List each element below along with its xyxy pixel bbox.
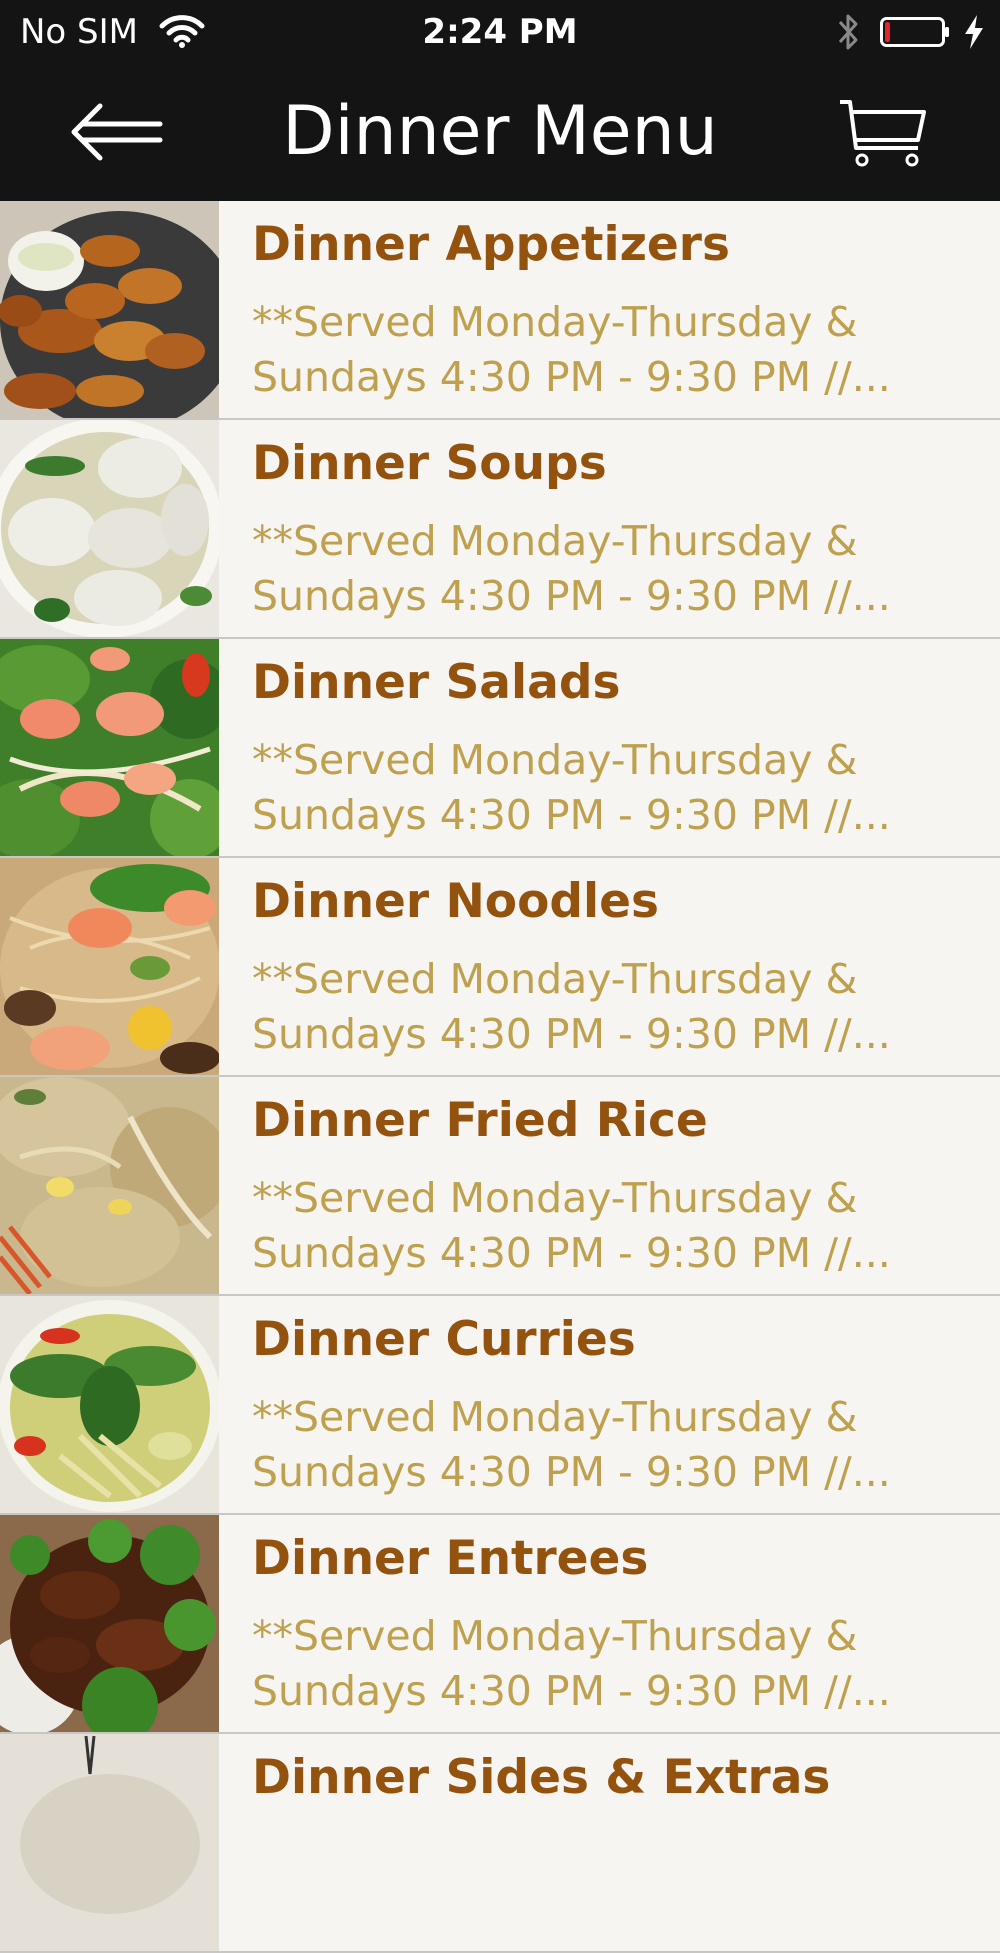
bluetooth-icon [838, 14, 858, 50]
menu-row-title: Dinner Salads [252, 655, 621, 710]
nav-bar: Dinner Menu [0, 64, 1000, 201]
menu-row-description: **Served Monday-Thursday & Sundays 4:30 … [252, 1174, 891, 1277]
menu-category-list: Dinner Appetizers **Served Monday-Thursd… [0, 201, 1000, 1953]
fried-rice-photo [0, 1077, 219, 1294]
cart-button[interactable] [836, 96, 928, 168]
menu-row-title: Dinner Appetizers [252, 217, 730, 272]
menu-row-salads[interactable]: Dinner Salads **Served Monday-Thursday &… [0, 639, 1000, 858]
menu-row-appetizers[interactable]: Dinner Appetizers **Served Monday-Thursd… [0, 201, 1000, 420]
menu-row-title: Dinner Fried Rice [252, 1093, 708, 1148]
sides-photo [0, 1734, 219, 1951]
menu-row-description: **Served Monday-Thursday & Sundays 4:30 … [252, 955, 891, 1058]
battery-icon [880, 17, 949, 47]
menu-row-fried-rice[interactable]: Dinner Fried Rice **Served Monday-Thursd… [0, 1077, 1000, 1296]
menu-row-soups[interactable]: Dinner Soups **Served Monday-Thursday & … [0, 420, 1000, 639]
menu-row-entrees[interactable]: Dinner Entrees **Served Monday-Thursday … [0, 1515, 1000, 1734]
menu-row-sides-extras[interactable]: Dinner Sides & Extras [0, 1734, 1000, 1953]
menu-row-curries[interactable]: Dinner Curries **Served Monday-Thursday … [0, 1296, 1000, 1515]
menu-row-description: **Served Monday-Thursday & Sundays 4:30 … [252, 298, 891, 401]
wonton-soup-photo [0, 420, 219, 637]
fried-chicken-wings-photo [0, 201, 219, 418]
shrimp-noodles-photo [0, 858, 219, 1075]
menu-row-title: Dinner Noodles [252, 874, 659, 929]
menu-row-title: Dinner Soups [252, 436, 607, 491]
menu-row-title: Dinner Curries [252, 1312, 636, 1367]
charging-bolt-icon [965, 15, 983, 49]
menu-row-noodles[interactable]: Dinner Noodles **Served Monday-Thursday … [0, 858, 1000, 1077]
menu-row-description: **Served Monday-Thursday & Sundays 4:30 … [252, 1612, 891, 1715]
status-bar: No SIM 2:24 PM [0, 0, 1000, 64]
beef-broccoli-photo [0, 1515, 219, 1732]
shrimp-salad-photo [0, 639, 219, 856]
menu-row-title: Dinner Sides & Extras [252, 1750, 831, 1805]
cart-icon [840, 100, 926, 167]
menu-row-description: **Served Monday-Thursday & Sundays 4:30 … [252, 736, 891, 839]
menu-row-description: **Served Monday-Thursday & Sundays 4:30 … [252, 517, 891, 620]
menu-row-description: **Served Monday-Thursday & Sundays 4:30 … [252, 1393, 891, 1496]
menu-row-title: Dinner Entrees [252, 1531, 649, 1586]
green-curry-photo [0, 1296, 219, 1513]
